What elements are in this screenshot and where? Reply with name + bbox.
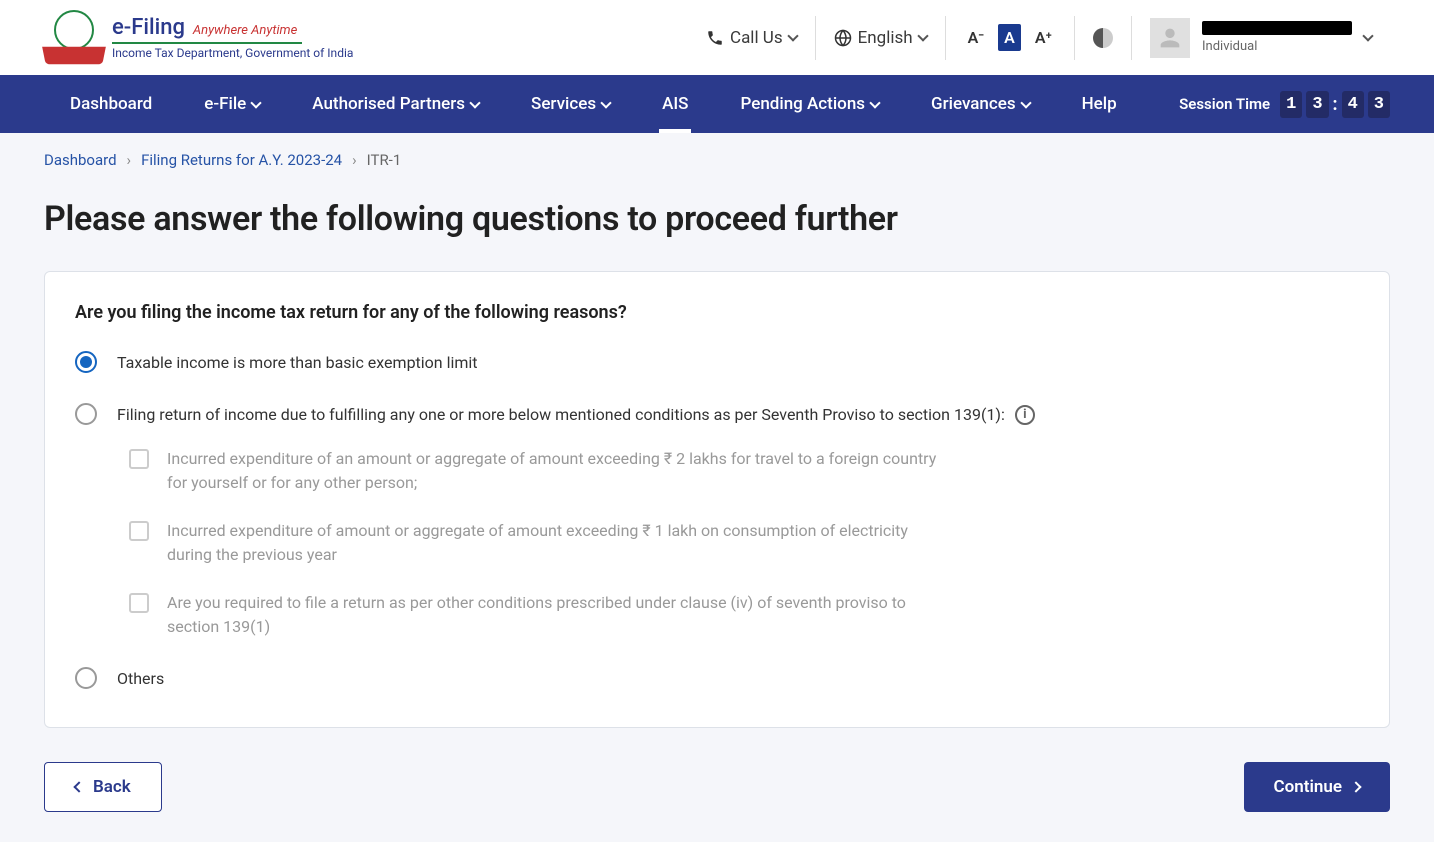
call-us-label: Call Us <box>730 28 783 48</box>
radio-label: Taxable income is more than basic exempt… <box>117 351 478 375</box>
checkbox-electricity[interactable]: Incurred expenditure of amount or aggreg… <box>129 519 1359 567</box>
checkbox-input[interactable] <box>129 593 149 613</box>
continue-button[interactable]: Continue <box>1244 762 1391 812</box>
language-dropdown[interactable]: English <box>816 16 945 60</box>
back-button[interactable]: Back <box>44 762 162 812</box>
crumb-current: ITR-1 <box>367 151 402 169</box>
crumb-filing-returns[interactable]: Filing Returns for A.Y. 2023-24 <box>141 151 342 169</box>
user-name-redacted <box>1202 21 1352 35</box>
digit: 1 <box>1280 91 1302 118</box>
chevron-right-icon: › <box>352 151 357 169</box>
action-bar: Back Continue <box>44 762 1390 812</box>
radio-dot <box>80 356 92 368</box>
efiling-title: e-Filing <box>112 15 185 40</box>
crumb-dashboard[interactable]: Dashboard <box>44 151 117 169</box>
chevron-right-icon <box>1350 781 1361 792</box>
font-size-controls: A⁻ A A⁺ <box>946 24 1074 51</box>
header-right: Call Us English A⁻ A A⁺ Individual <box>688 16 1390 60</box>
chevron-down-icon <box>1020 97 1031 108</box>
digit: 4 <box>1342 91 1364 118</box>
nav-services[interactable]: Services <box>505 75 636 133</box>
gov-emblem-icon <box>44 10 104 65</box>
colon: : <box>1333 94 1338 115</box>
nav-label: Pending Actions <box>740 94 865 114</box>
digit: 3 <box>1306 91 1328 118</box>
radio-label: Filing return of income due to fulfillin… <box>117 403 1035 427</box>
nav-label: Services <box>531 94 596 114</box>
user-info: Individual <box>1202 21 1352 54</box>
radio-input[interactable] <box>75 351 97 373</box>
question-title: Are you filing the income tax return for… <box>75 302 1359 323</box>
nav-label: Grievances <box>931 94 1016 114</box>
breadcrumb: Dashboard › Filing Returns for A.Y. 2023… <box>0 133 1434 187</box>
call-us-dropdown[interactable]: Call Us <box>688 16 815 60</box>
chevron-down-icon <box>869 97 880 108</box>
checkbox-label: Incurred expenditure of amount or aggreg… <box>167 519 947 567</box>
efiling-tagline: Anywhere Anytime <box>193 23 297 38</box>
chevron-down-icon <box>600 97 611 108</box>
chevron-down-icon <box>251 97 262 108</box>
main-navbar: Dashboard e-File Authorised Partners Ser… <box>0 75 1434 133</box>
language-label: English <box>858 28 913 48</box>
chevron-right-icon: › <box>127 151 132 169</box>
nav-label: Help <box>1082 94 1117 114</box>
checkbox-other-conditions[interactable]: Are you required to file a return as per… <box>129 591 1359 639</box>
nav-grievances[interactable]: Grievances <box>905 75 1056 133</box>
radio-label: Others <box>117 667 164 691</box>
digit: 3 <box>1368 91 1390 118</box>
main-content: Please answer the following questions to… <box>0 199 1434 842</box>
radio-label-text: Filing return of income due to fulfillin… <box>117 403 1005 427</box>
radio-input[interactable] <box>75 667 97 689</box>
user-menu[interactable]: Individual <box>1132 18 1390 58</box>
contrast-toggle[interactable] <box>1075 28 1131 48</box>
logo-area: e-Filing Anywhere Anytime Income Tax Dep… <box>44 10 353 65</box>
checkbox-input[interactable] <box>129 521 149 541</box>
nav-help[interactable]: Help <box>1056 75 1143 133</box>
chevron-down-icon <box>917 30 928 41</box>
checkbox-foreign-travel[interactable]: Incurred expenditure of an amount or agg… <box>129 447 1359 495</box>
time-digits: 1 3 : 4 3 <box>1280 91 1390 118</box>
radio-option-others[interactable]: Others <box>75 667 1359 691</box>
page-title: Please answer the following questions to… <box>44 199 1390 239</box>
chevron-left-icon <box>73 781 84 792</box>
nav-label: e-File <box>204 94 246 114</box>
info-icon[interactable]: i <box>1015 405 1035 425</box>
session-timer: Session Time 1 3 : 4 3 <box>1179 91 1390 118</box>
session-label: Session Time <box>1179 95 1270 113</box>
globe-icon <box>834 29 852 47</box>
nav-pending-actions[interactable]: Pending Actions <box>714 75 905 133</box>
nav-label: AIS <box>662 94 688 114</box>
checkbox-label: Are you required to file a return as per… <box>167 591 947 639</box>
font-increase-button[interactable]: A⁺ <box>1031 26 1056 49</box>
font-normal-button[interactable]: A <box>998 24 1021 51</box>
radio-input[interactable] <box>75 403 97 425</box>
checkbox-label: Incurred expenditure of an amount or agg… <box>167 447 947 495</box>
font-decrease-button[interactable]: A⁻ <box>964 26 989 49</box>
user-type: Individual <box>1202 39 1352 54</box>
top-header: e-Filing Anywhere Anytime Income Tax Dep… <box>0 0 1434 75</box>
checkbox-input[interactable] <box>129 449 149 469</box>
avatar <box>1150 18 1190 58</box>
continue-label: Continue <box>1274 777 1343 797</box>
logo-text: e-Filing Anywhere Anytime Income Tax Dep… <box>112 15 353 60</box>
chevron-down-icon <box>469 97 480 108</box>
efiling-subtitle: Income Tax Department, Government of Ind… <box>112 46 353 60</box>
nav-authorised-partners[interactable]: Authorised Partners <box>286 75 505 133</box>
question-card: Are you filing the income tax return for… <box>44 271 1390 728</box>
radio-option-taxable-income[interactable]: Taxable income is more than basic exempt… <box>75 351 1359 375</box>
phone-icon <box>706 29 724 47</box>
nav-efile[interactable]: e-File <box>178 75 286 133</box>
radio-option-seventh-proviso[interactable]: Filing return of income due to fulfillin… <box>75 403 1359 427</box>
back-label: Back <box>93 777 131 797</box>
contrast-icon <box>1093 28 1113 48</box>
nav-label: Authorised Partners <box>312 94 465 114</box>
sub-checkbox-group: Incurred expenditure of an amount or agg… <box>129 447 1359 639</box>
chevron-down-icon <box>787 30 798 41</box>
nav-label: Dashboard <box>70 94 152 114</box>
nav-ais[interactable]: AIS <box>636 75 714 133</box>
person-icon <box>1156 24 1184 52</box>
chevron-down-icon <box>1362 30 1373 41</box>
nav-dashboard[interactable]: Dashboard <box>44 75 178 133</box>
